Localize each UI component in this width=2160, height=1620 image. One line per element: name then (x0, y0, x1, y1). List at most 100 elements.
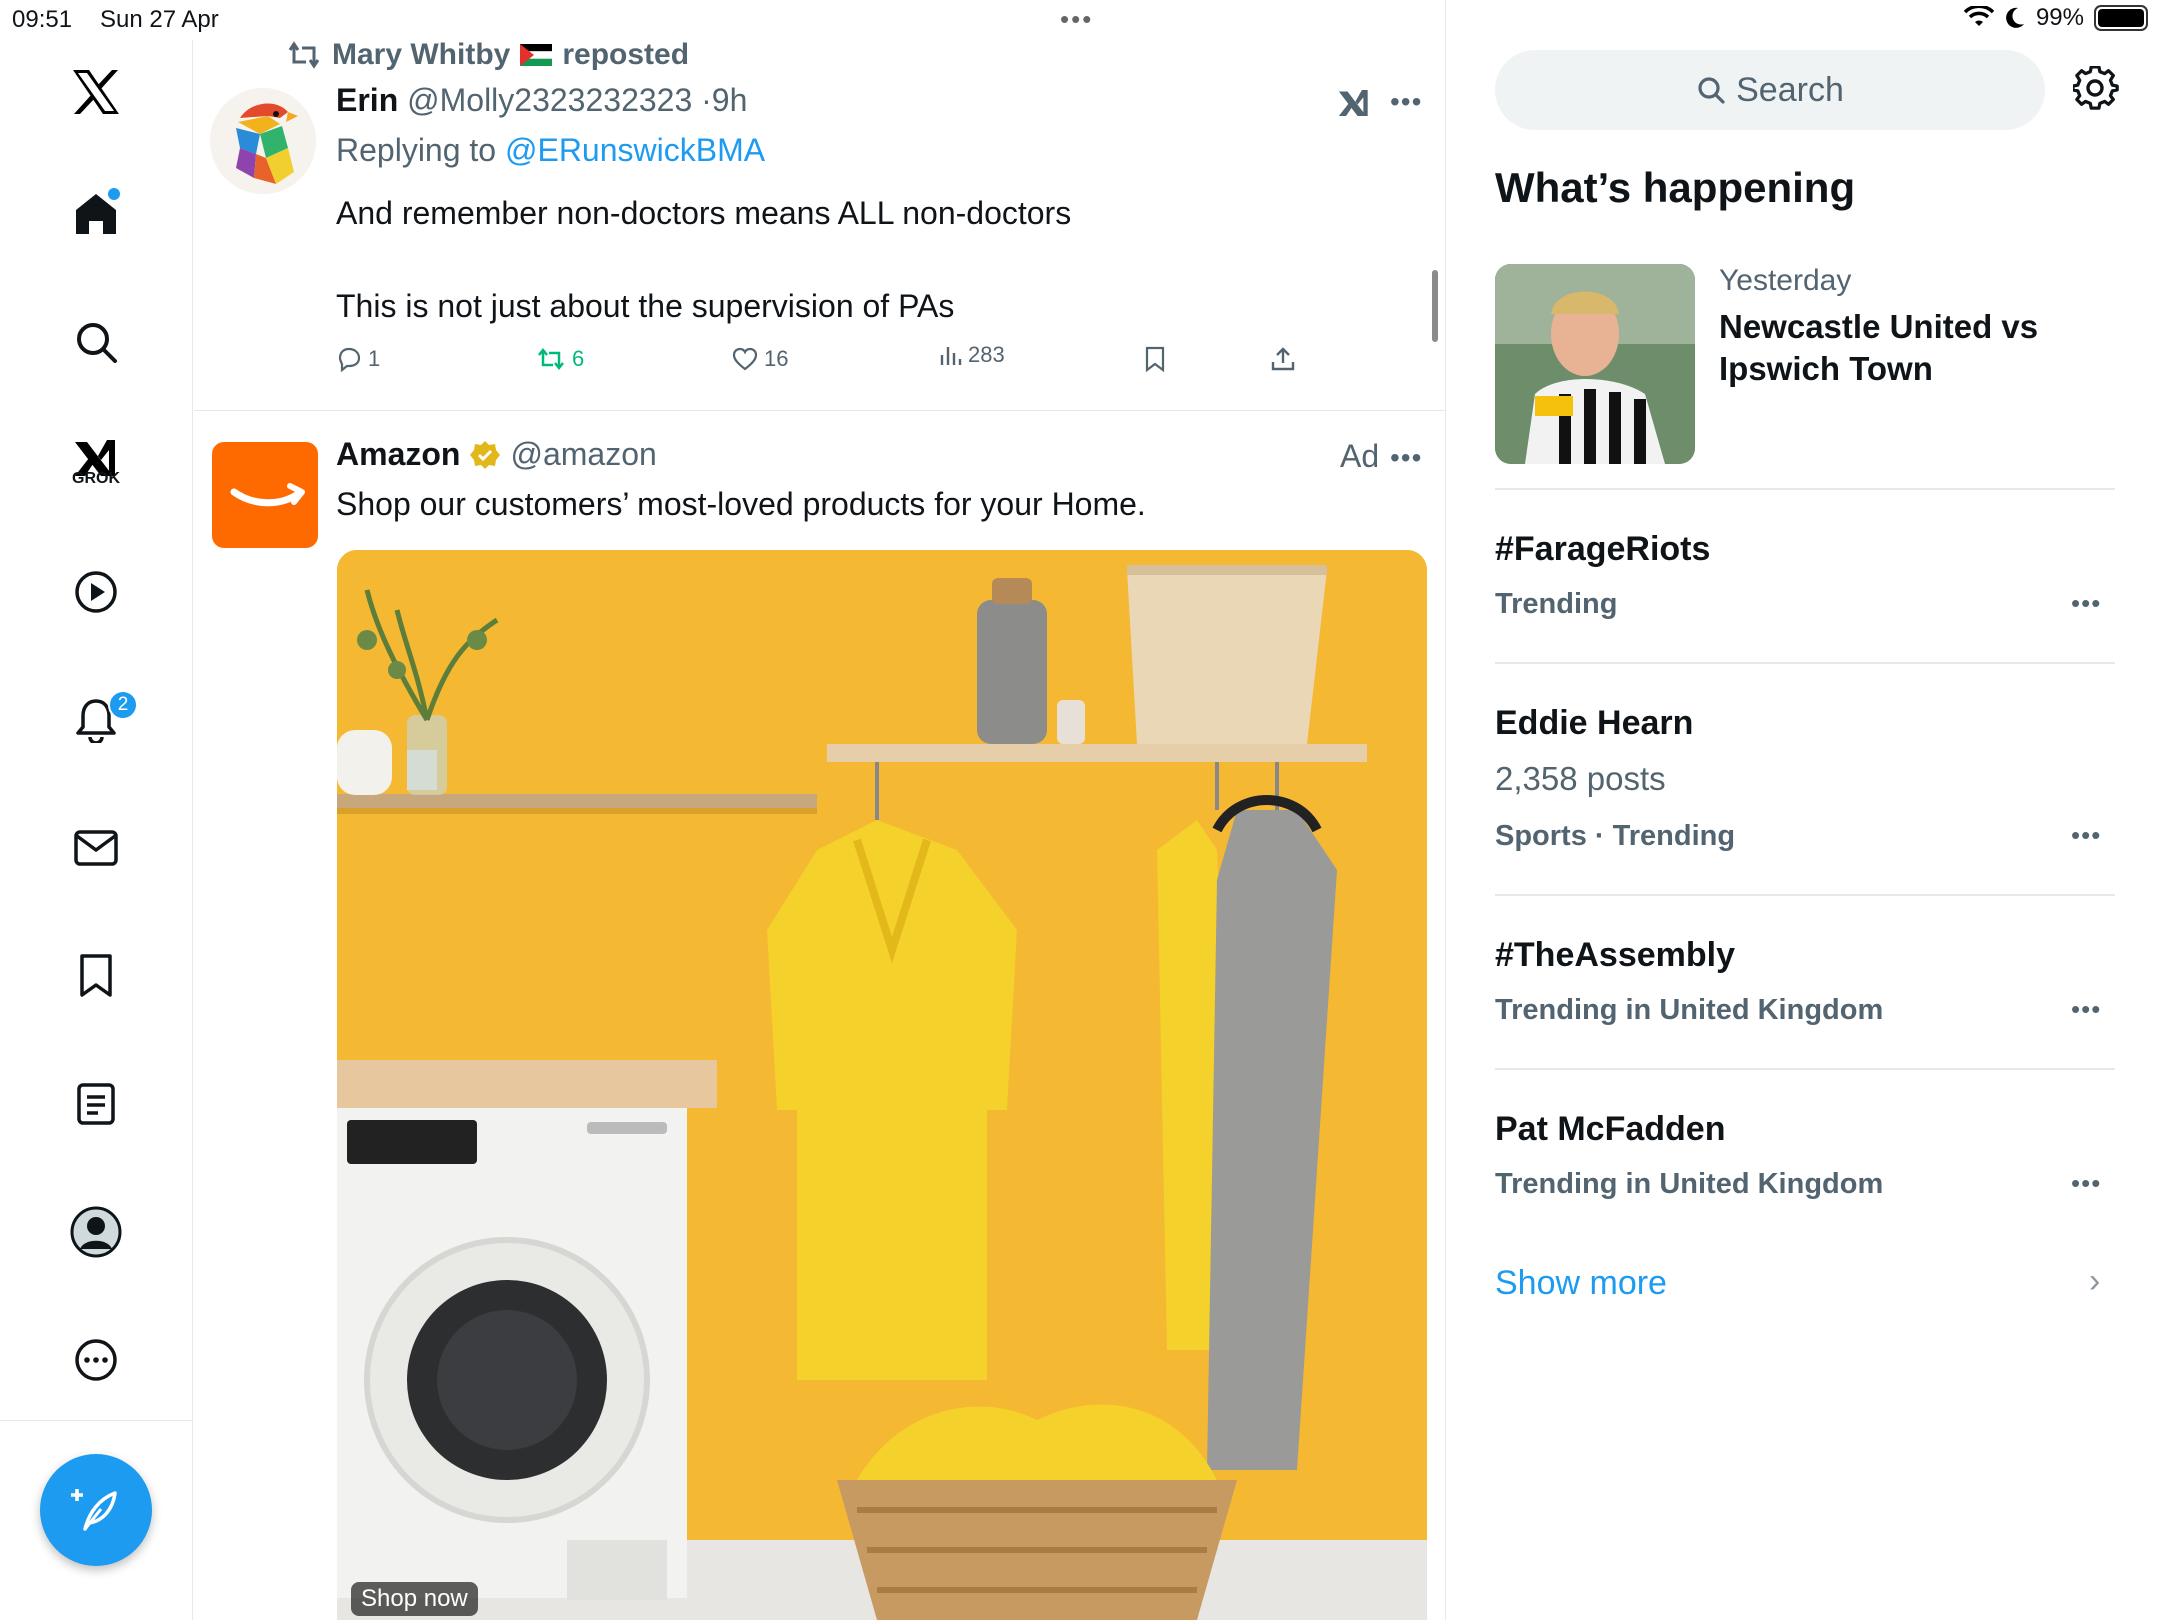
repost-count: 6 (572, 346, 585, 371)
news-title[interactable]: Newcastle United vs Ipswich Town (1719, 306, 2119, 390)
verified-gold-icon (470, 440, 501, 469)
dot-separator: · (701, 82, 712, 118)
tweet-time[interactable]: 9h (712, 82, 748, 118)
trend-more-icon[interactable]: ••• (2071, 588, 2101, 619)
settings-button[interactable] (2071, 65, 2119, 117)
author-avatar[interactable] (210, 88, 316, 194)
like-button[interactable]: 16 (732, 346, 788, 372)
shop-now-cta[interactable]: Shop now (351, 1582, 478, 1616)
ad-header: Amazon @amazon (336, 436, 657, 473)
ad-text[interactable]: Shop our customers’ most-loved products … (336, 486, 1146, 523)
nav-divider (0, 1420, 193, 1421)
views-count: 283 (968, 342, 1005, 367)
right-sidebar: Search What’s happening Yesterday Newcas… (1447, 0, 2160, 1620)
repost-icon (288, 41, 320, 69)
share-button[interactable] (1270, 346, 1296, 372)
tweet-text-line-2: This is not just about the supervision o… (336, 288, 955, 324)
nav-lists[interactable] (64, 1072, 128, 1136)
search-input[interactable]: Search (1495, 50, 2045, 130)
more-circle-icon (75, 1339, 117, 1381)
nav-video[interactable] (64, 560, 128, 624)
tweet-text-line-1: And remember non-doctors means ALL non-d… (336, 195, 1072, 231)
play-circle-icon (75, 571, 117, 613)
nav-explore[interactable] (64, 310, 128, 374)
whats-happening-title: What’s happening (1495, 164, 1856, 211)
author-handle[interactable]: @Molly2323232323 (407, 82, 692, 118)
ad-label: Ad (1340, 438, 1380, 474)
reply-button[interactable]: 1 (336, 346, 380, 372)
repost-icon (538, 347, 564, 371)
nav-grok[interactable]: GROK (64, 426, 128, 490)
author-name[interactable]: Erin (336, 82, 398, 118)
tweet-text[interactable]: And remember non-doctors means ALL non-d… (336, 190, 1336, 329)
tweet-header: Erin @Molly2323232323 ·9h (336, 82, 747, 119)
tweet-divider (194, 410, 1445, 411)
home-unread-dot (108, 188, 120, 200)
repost-context[interactable]: Mary Whitby reposted (286, 38, 689, 72)
like-count: 16 (764, 346, 789, 371)
tweet-more-icon[interactable]: ••• (1390, 86, 1422, 118)
views-chart-icon (940, 347, 962, 365)
show-more-link[interactable]: Show more (1495, 1264, 1667, 1303)
ad-more-icon[interactable]: ••• (1390, 442, 1422, 474)
grok-label: GROK (72, 470, 120, 487)
status-time: 09:51 (12, 6, 73, 33)
laundry-room-illustration (337, 550, 1427, 1620)
trend-count-eddie-hearn: 2,358 posts (1495, 760, 1666, 797)
mail-icon (74, 830, 118, 866)
ad-author-handle[interactable]: @amazon (510, 436, 656, 473)
tweet-actions: 1 6 16 283 (336, 342, 1336, 382)
trend-sub-eddie-hearn: Sports · Trending (1495, 820, 1736, 852)
trend-more-icon[interactable]: ••• (2071, 1168, 2101, 1199)
replying-to-handle[interactable]: @ERunswickBMA (505, 132, 765, 168)
compose-feather-icon (71, 1489, 117, 1531)
nav-bookmarks[interactable] (64, 944, 128, 1008)
repost-button[interactable]: 6 (536, 346, 584, 372)
reply-count: 1 (368, 346, 381, 371)
chevron-right-icon[interactable]: › (2089, 1262, 2100, 1301)
ad-media-image[interactable]: Shop now (337, 550, 1427, 1620)
scrollbar[interactable] (1432, 270, 1438, 342)
nav-more[interactable] (64, 1328, 128, 1392)
heart-icon (732, 347, 758, 371)
timeline[interactable]: Mary Whitby reposted Erin @Molly23232323… (194, 0, 1446, 1620)
trend-title-farage-riots[interactable]: #FarageRiots (1495, 530, 1710, 569)
side-nav: GROK 2 (0, 40, 193, 1620)
trend-sub-the-assembly: Trending in United Kingdom (1495, 994, 1884, 1026)
repost-suffix: reposted (562, 38, 690, 71)
replying-to: Replying to @ERunswickBMA (336, 132, 765, 169)
share-icon (1271, 347, 1295, 371)
bookmark-button[interactable] (1144, 346, 1166, 372)
grok-explain-icon[interactable] (1336, 86, 1372, 125)
nav-home[interactable] (64, 182, 128, 246)
search-placeholder: Search (1736, 70, 1844, 109)
trend-divider (1495, 894, 2115, 896)
compose-post-button[interactable] (40, 1454, 152, 1566)
amazon-logo-avatar[interactable] (212, 442, 318, 548)
eagle-avatar-image (210, 88, 316, 194)
nav-profile[interactable] (64, 1200, 128, 1264)
trend-divider (1495, 1068, 2115, 1070)
trend-more-icon[interactable]: ••• (2071, 820, 2101, 851)
notifications-badge: 2 (108, 690, 138, 720)
gear-icon (2071, 65, 2119, 110)
trend-more-icon[interactable]: ••• (2071, 994, 2101, 1025)
avatar (70, 1206, 122, 1258)
reply-icon (338, 347, 361, 372)
search-icon (77, 323, 117, 363)
trend-divider (1495, 488, 2115, 490)
x-logo-icon[interactable] (64, 60, 128, 124)
bookmark-icon (1145, 346, 1165, 372)
nav-notifications[interactable]: 2 (64, 688, 138, 752)
trend-title-pat-mcfadden[interactable]: Pat McFadden (1495, 1110, 1725, 1149)
views-button[interactable]: 283 (938, 342, 1005, 368)
news-thumbnail[interactable] (1495, 264, 1695, 464)
trend-sub-pat-mcfadden: Trending in United Kingdom (1495, 1168, 1884, 1200)
trend-title-eddie-hearn[interactable]: Eddie Hearn (1495, 704, 1693, 743)
trend-title-the-assembly[interactable]: #TheAssembly (1495, 936, 1735, 975)
ad-author-name[interactable]: Amazon (336, 436, 460, 473)
nav-messages[interactable] (64, 816, 128, 880)
palestine-flag-icon (520, 44, 553, 66)
replying-prefix: Replying to (336, 132, 497, 168)
trend-divider (1495, 662, 2115, 664)
